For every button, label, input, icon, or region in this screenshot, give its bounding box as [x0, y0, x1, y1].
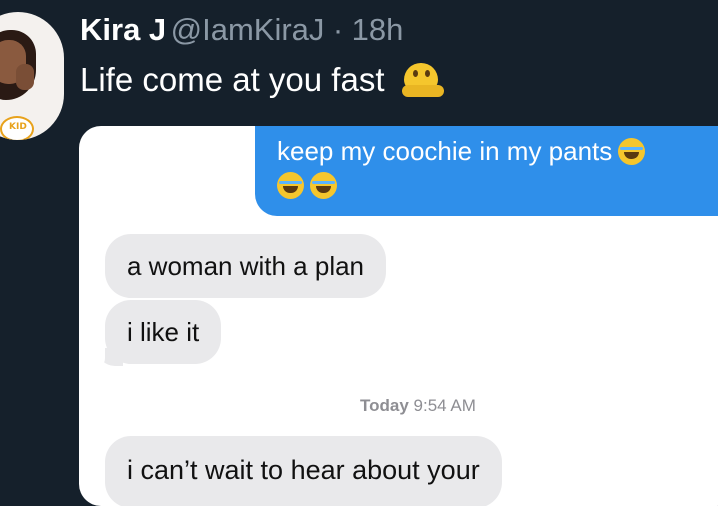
received-message-bubble: a woman with a plan [105, 234, 387, 298]
message-timestamp: Today 9:54 AM [360, 396, 476, 416]
timestamp-time: 9:54 AM [413, 396, 476, 415]
sent-message-body: keep my coochie in my pants [277, 136, 613, 166]
avatar-hand [16, 64, 34, 90]
avatar-badge: KID [0, 116, 34, 140]
tweet-text: Life come at you fast [80, 58, 444, 102]
author-handle[interactable]: @IamKiraJ [171, 12, 325, 47]
tweet-header: Kira J @IamKiraJ · 18h [80, 10, 403, 56]
author-name[interactable]: Kira J [80, 12, 166, 47]
timestamp-day: Today [360, 396, 409, 415]
tweet-body: Life come at you fast [80, 61, 385, 98]
melting-face-icon [401, 61, 444, 99]
tweet-time[interactable]: 18h [352, 12, 404, 47]
bubble-tail-mask [87, 346, 105, 370]
laughing-emoji-icon [618, 138, 646, 165]
screenshot-image[interactable]: keep my coochie in my pants a woman with… [79, 126, 718, 506]
laughing-emoji-icon [277, 172, 304, 199]
sent-message-text: keep my coochie in my pants [277, 134, 718, 202]
avatar-badge-text: KID [9, 122, 27, 132]
header-separator: · [332, 12, 344, 47]
laughing-emoji-icon [310, 172, 337, 199]
author-avatar[interactable]: KID [0, 12, 64, 140]
sent-message-bubble: keep my coochie in my pants [255, 126, 718, 216]
received-message-bubble: i can’t wait to hear about your [105, 436, 502, 506]
